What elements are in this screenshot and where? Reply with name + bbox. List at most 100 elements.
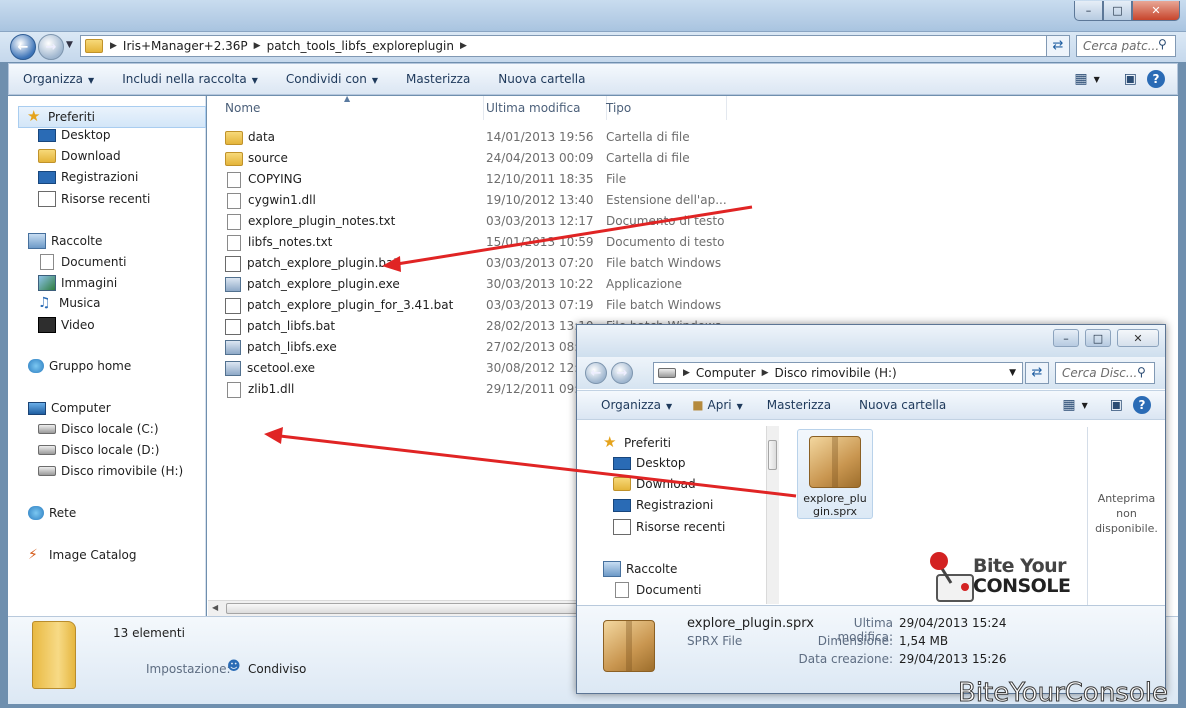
nav-computer[interactable]: Computer: [28, 401, 111, 415]
second-titlebar[interactable]: – □ ✕: [577, 325, 1165, 357]
chevron-right-icon[interactable]: ▶: [458, 41, 469, 51]
file-name-cell[interactable]: patch_explore_plugin.exe: [225, 274, 400, 295]
chevron-right-icon[interactable]: ▶: [760, 368, 771, 378]
share-with-button[interactable]: Condividi con ▼: [272, 72, 392, 86]
back-button[interactable]: ←: [585, 362, 607, 384]
burn-button[interactable]: Masterizza: [753, 398, 845, 412]
chevron-right-icon[interactable]: ▶: [108, 41, 119, 51]
forward-button[interactable]: →: [38, 34, 64, 60]
file-row[interactable]: source 24/04/2013 00:09 Cartella di file: [0, 148, 720, 169]
breadcrumb-item[interactable]: patch_tools_libfs_exploreplugin: [263, 39, 458, 53]
recent-pages-dropdown-icon[interactable]: ▼: [66, 40, 73, 50]
column-header-type[interactable]: Tipo: [598, 96, 727, 120]
preview-pane-icon[interactable]: ▣: [1100, 397, 1133, 413]
organize-button[interactable]: Organizza ▼: [9, 72, 108, 86]
nav-libraries[interactable]: Raccolte: [603, 561, 677, 577]
nav-favorites[interactable]: ★ Preferiti: [603, 435, 671, 451]
file-row[interactable]: data 14/01/2013 19:56 Cartella di file: [0, 127, 720, 148]
minimize-button[interactable]: –: [1074, 1, 1103, 21]
star-icon: ★: [27, 107, 41, 125]
breadcrumb-item[interactable]: Disco rimovibile (H:): [771, 366, 901, 380]
file-name-cell[interactable]: patch_libfs.bat: [225, 316, 335, 337]
new-folder-button[interactable]: Nuova cartella: [845, 398, 960, 412]
chevron-right-icon[interactable]: ▶: [681, 368, 692, 378]
scroll-thumb[interactable]: [226, 603, 586, 614]
organize-button[interactable]: Organizza ▼: [577, 398, 682, 412]
include-in-library-button[interactable]: Includi nella raccolta ▼: [108, 72, 272, 86]
view-dropdown-icon[interactable]: ▼: [1094, 75, 1114, 84]
burn-button[interactable]: Masterizza: [392, 72, 484, 86]
search-icon[interactable]: ⚲: [1158, 37, 1167, 51]
nav-desktop[interactable]: Desktop: [613, 456, 686, 470]
nav-drive-d[interactable]: Disco locale (D:): [38, 443, 159, 457]
logo-line1: Bite Your: [973, 555, 1067, 577]
file-name-cell[interactable]: source: [225, 148, 288, 169]
main-titlebar[interactable]: – □ ✕: [0, 0, 1186, 32]
chevron-right-icon[interactable]: ▶: [252, 41, 263, 51]
search-icon[interactable]: ⚲: [1137, 365, 1146, 379]
view-options-icon[interactable]: ▦: [1068, 71, 1093, 87]
nav-network[interactable]: Rete: [28, 506, 76, 520]
close-button[interactable]: ✕: [1132, 1, 1180, 21]
application-icon: [225, 277, 241, 292]
file-row[interactable]: cygwin1.dll 19/10/2012 13:40 Estensione de…: [0, 190, 727, 211]
file-row[interactable]: COPYING 12/10/2011 18:35 File: [0, 169, 720, 190]
setting-label: Impostazione:: [146, 662, 231, 676]
nav-drive-h[interactable]: Disco rimovibile (H:): [38, 464, 183, 478]
file-name-cell[interactable]: patch_explore_plugin_for_3.41.bat: [225, 295, 453, 316]
documents-icon: [615, 582, 629, 598]
nav-registrazioni[interactable]: Registrazioni: [613, 498, 713, 512]
scroll-left-icon[interactable]: ◀: [212, 603, 218, 612]
nav-drive-c[interactable]: Disco locale (C:): [38, 422, 159, 436]
nav-image-catalog[interactable]: ⚡ Image Catalog: [28, 548, 136, 562]
file-row[interactable]: libfs_notes.txt 15/01/2013 10:59 Documento…: [0, 232, 724, 253]
scroll-thumb[interactable]: [768, 440, 777, 470]
close-button[interactable]: ✕: [1117, 329, 1159, 347]
address-bar[interactable]: ▶ Iris+Manager+2.36P ▶ patch_tools_libfs…: [80, 35, 1068, 57]
open-button[interactable]: ■ Apri ▼: [682, 398, 753, 412]
file-name-cell[interactable]: explore_plugin_notes.txt: [225, 211, 395, 232]
view-options-icon[interactable]: ▦: [1056, 397, 1081, 413]
file-name-cell[interactable]: zlib1.dll: [225, 379, 294, 400]
refresh-icon[interactable]: ⇄: [1046, 35, 1070, 57]
file-row[interactable]: patch_explore_plugin.bat 03/03/2013 07:20…: [0, 253, 721, 274]
nav-favorites[interactable]: ★ Preferiti: [18, 106, 206, 128]
file-name-cell[interactable]: cygwin1.dll: [225, 190, 316, 211]
file-name-cell[interactable]: COPYING: [225, 169, 302, 190]
chevron-down-icon: ▼: [251, 76, 258, 85]
nav-recent[interactable]: Risorse recenti: [613, 519, 725, 535]
file-item-sprx[interactable]: explore_plu gin.sprx: [797, 429, 873, 519]
help-icon[interactable]: ?: [1147, 70, 1165, 88]
refresh-icon[interactable]: ⇄: [1025, 362, 1049, 384]
preview-pane-icon[interactable]: ▣: [1114, 71, 1147, 87]
file-name-cell[interactable]: libfs_notes.txt: [225, 232, 332, 253]
horizontal-scrollbar[interactable]: ◀: [208, 600, 628, 616]
column-header-name[interactable]: Nome: [218, 96, 484, 120]
address-dropdown-icon[interactable]: ▼: [1009, 368, 1022, 378]
forward-button[interactable]: →: [611, 362, 633, 384]
file-name-cell[interactable]: scetool.exe: [225, 358, 315, 379]
file-row[interactable]: patch_explore_plugin_for_3.41.bat 03/03/2…: [0, 295, 721, 316]
view-dropdown-icon[interactable]: ▼: [1082, 401, 1100, 410]
help-icon[interactable]: ?: [1133, 396, 1151, 414]
maximize-button[interactable]: □: [1103, 1, 1132, 21]
back-button[interactable]: ←: [10, 34, 36, 60]
removable-drive-window[interactable]: – □ ✕ ← → ▶ Computer ▶ Disco rimovibile …: [576, 324, 1166, 694]
second-command-bar: Organizza ▼ ■ Apri ▼ Masterizza Nuova carte…: [577, 390, 1165, 420]
file-type: Documento di testo: [606, 235, 725, 249]
vertical-scrollbar[interactable]: [766, 426, 779, 604]
file-name-cell[interactable]: patch_libfs.exe: [225, 337, 337, 358]
minimize-button[interactable]: –: [1053, 329, 1079, 347]
nav-download[interactable]: Download: [613, 477, 696, 491]
file-row[interactable]: patch_explore_plugin.exe 30/03/2013 10:22…: [0, 274, 720, 295]
second-address-bar[interactable]: ▶ Computer ▶ Disco rimovibile (H:) ▼: [653, 362, 1023, 384]
file-name-cell[interactable]: data: [225, 127, 275, 148]
new-folder-button[interactable]: Nuova cartella: [484, 72, 599, 86]
maximize-button[interactable]: □: [1085, 329, 1111, 347]
column-header-modified[interactable]: Ultima modifica: [478, 96, 607, 120]
file-name-cell[interactable]: patch_explore_plugin.bat: [225, 253, 398, 274]
file-row[interactable]: explore_plugin_notes.txt 03/03/2013 12:17…: [0, 211, 724, 232]
breadcrumb-item[interactable]: Iris+Manager+2.36P: [119, 39, 252, 53]
nav-documents[interactable]: Documenti: [613, 582, 702, 598]
breadcrumb-item[interactable]: Computer: [692, 366, 760, 380]
